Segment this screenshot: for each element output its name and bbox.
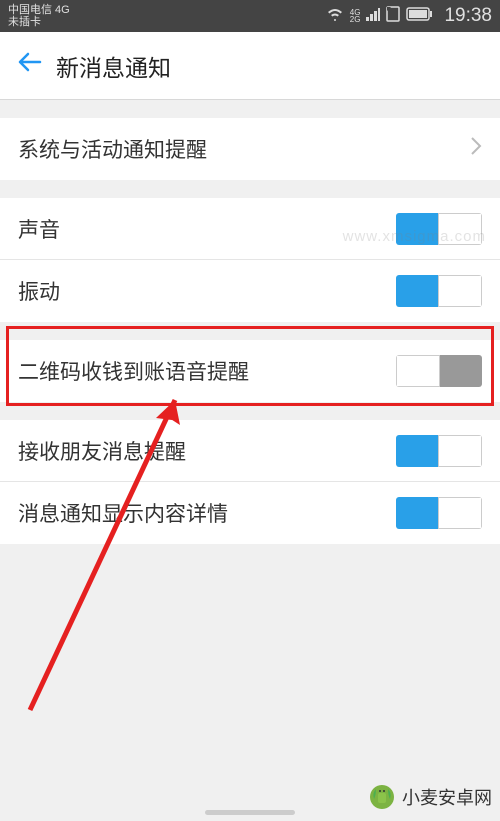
row-friend-msg: 接收朋友消息提醒 xyxy=(0,420,500,482)
back-button[interactable] xyxy=(16,49,42,83)
row-label-qr-voice: 二维码收钱到账语音提醒 xyxy=(18,356,396,386)
row-label-show-content: 消息通知显示内容详情 xyxy=(18,498,396,528)
status-time: 19:38 xyxy=(444,5,492,27)
row-system-notify[interactable]: 系统与活动通知提醒 xyxy=(0,118,500,180)
status-right: 4G 2G 19:38 xyxy=(326,5,492,27)
section-gap xyxy=(0,322,500,340)
section-gap xyxy=(0,402,500,420)
logo-icon xyxy=(366,781,398,813)
nav-pill xyxy=(205,810,295,815)
section-gap xyxy=(0,100,500,118)
status-left: 中国电信 4G 未插卡 xyxy=(8,4,70,28)
header: 新消息通知 xyxy=(0,32,500,100)
page-title: 新消息通知 xyxy=(56,49,171,83)
sim-text: 未插卡 xyxy=(8,16,70,28)
signal-icon xyxy=(366,6,380,26)
toggle-qr-voice[interactable] xyxy=(396,355,482,387)
watermark-logo-text: 小麦安卓网 xyxy=(402,784,492,810)
section-gap xyxy=(0,180,500,198)
sim-icon xyxy=(386,6,400,27)
carrier-text: 中国电信 4G xyxy=(8,4,70,16)
row-sound: 声音 xyxy=(0,198,500,260)
toggle-sound[interactable] xyxy=(396,213,482,245)
watermark-logo: 小麦安卓网 xyxy=(366,781,492,813)
toggle-vibrate[interactable] xyxy=(396,275,482,307)
row-label-system: 系统与活动通知提醒 xyxy=(18,134,470,164)
row-qr-voice: 二维码收钱到账语音提醒 xyxy=(0,340,500,402)
row-vibrate: 振动 xyxy=(0,260,500,322)
row-label-vibrate: 振动 xyxy=(18,276,396,306)
row-label-sound: 声音 xyxy=(18,214,396,244)
network-type-icon: 4G 2G xyxy=(350,9,361,23)
row-show-content: 消息通知显示内容详情 xyxy=(0,482,500,544)
toggle-show-content[interactable] xyxy=(396,497,482,529)
row-label-friend-msg: 接收朋友消息提醒 xyxy=(18,436,396,466)
wifi-icon xyxy=(326,6,344,26)
toggle-friend-msg[interactable] xyxy=(396,435,482,467)
battery-icon xyxy=(406,6,432,26)
status-bar: 中国电信 4G 未插卡 4G 2G 19:38 xyxy=(0,0,500,32)
chevron-right-icon xyxy=(470,136,482,162)
